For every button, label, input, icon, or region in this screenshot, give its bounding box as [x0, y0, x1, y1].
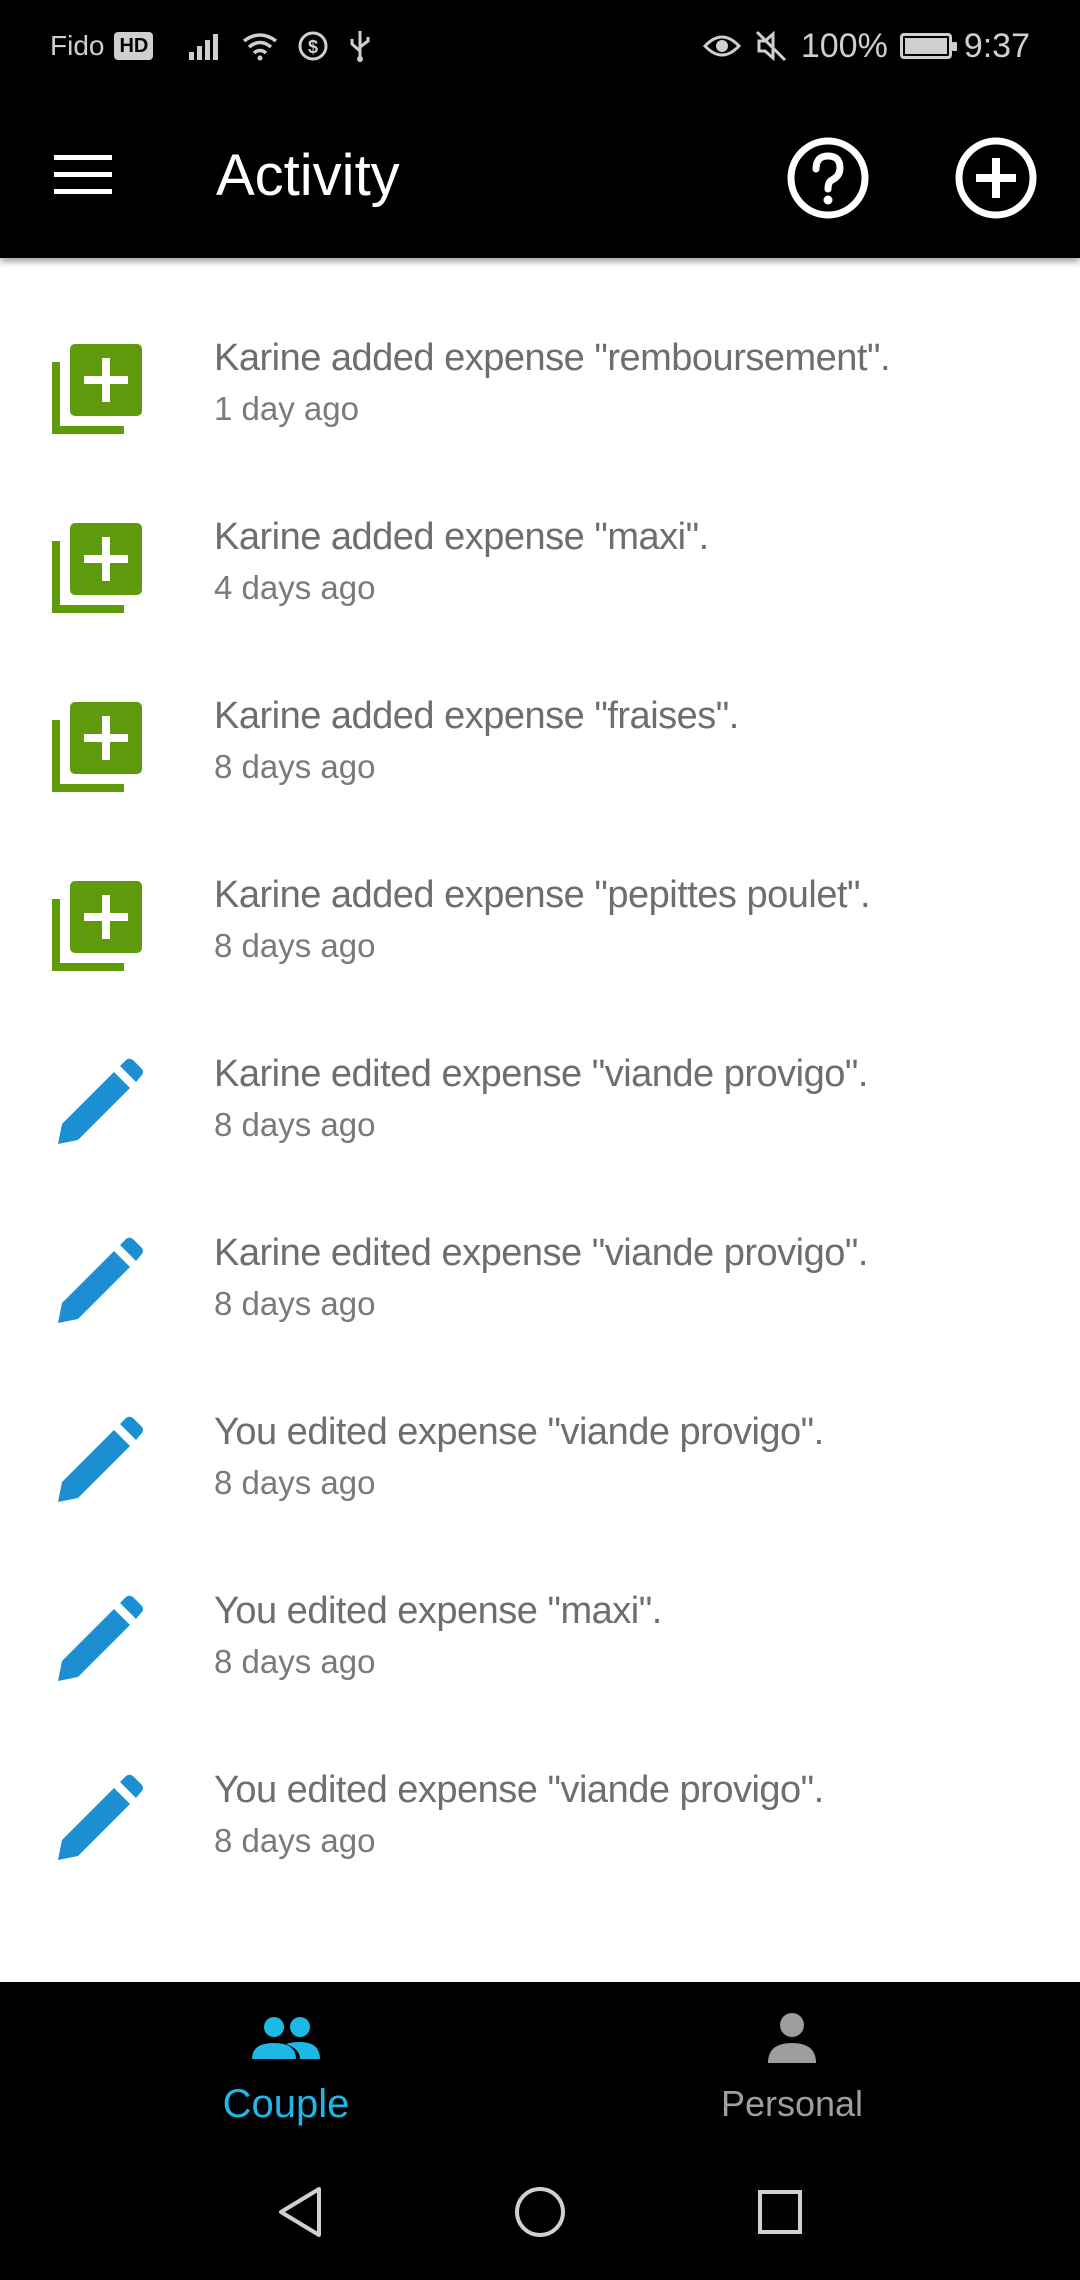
status-left: Fido HD $	[50, 26, 373, 66]
hamburger-menu-icon	[54, 155, 112, 194]
activity-description: Karine added expense "pepittes poulet".	[214, 874, 871, 916]
activity-text: You edited expense "viande provigo". 8 da…	[214, 1408, 1034, 1506]
tab-personal[interactable]: Personal	[522, 1982, 1062, 2142]
activity-text: Karine added expense "remboursement". 1 d…	[214, 334, 1034, 432]
tab-personal-label: Personal	[720, 2083, 864, 2124]
activity-description: Karine edited expense "viande provigo".	[214, 1053, 868, 1095]
activity-text: You edited expense "maxi". 8 days ago	[214, 1587, 1034, 1685]
hd-badge: HD	[114, 32, 154, 60]
activity-description: Karine edited expense "viande provigo".	[214, 1232, 868, 1274]
list-item[interactable]: You edited expense "viande provigo". 8 da…	[0, 1730, 1080, 1909]
battery-charging-icon	[899, 33, 957, 59]
activity-text: Karine added expense "maxi". 4 days ago	[214, 513, 1034, 611]
pencil-icon	[52, 1595, 144, 1687]
add-circle-icon	[955, 137, 1037, 219]
back-button[interactable]	[260, 2172, 340, 2252]
battery-percent: 100%	[800, 26, 888, 65]
pencil-icon	[52, 1237, 144, 1329]
tab-couple[interactable]: Couple	[16, 1982, 556, 2142]
activity-timestamp: 8 days ago	[214, 1464, 376, 1501]
activity-description: Karine added expense "maxi".	[214, 516, 709, 558]
status-icons: $	[187, 29, 373, 63]
status-right: 100% 9:37	[702, 24, 1030, 68]
activity-description: Karine added expense "remboursement".	[214, 337, 891, 379]
list-item[interactable]: You edited expense "maxi". 8 days ago	[0, 1551, 1080, 1730]
recents-icon	[758, 2190, 802, 2234]
activity-text: Karine edited expense "viande provigo". 8…	[214, 1050, 1034, 1148]
list-item[interactable]: You edited expense "viande provigo". 8 da…	[0, 1372, 1080, 1551]
activity-timestamp: 4 days ago	[214, 569, 376, 606]
help-circle-icon	[787, 137, 869, 219]
svg-text:$: $	[308, 37, 318, 57]
menu-button[interactable]	[40, 132, 126, 218]
clock: 9:37	[963, 26, 1030, 65]
home-button[interactable]	[500, 2172, 580, 2252]
activity-timestamp: 1 day ago	[214, 390, 359, 427]
person-icon	[522, 2008, 1062, 2068]
eye-icon	[702, 35, 741, 57]
list-item[interactable]: Karine added expense "maxi". 4 days ago	[0, 477, 1080, 656]
add-button[interactable]	[946, 132, 1046, 224]
help-button[interactable]	[778, 132, 878, 224]
activity-timestamp: 8 days ago	[214, 1285, 376, 1322]
system-nav	[0, 2142, 1080, 2280]
pencil-icon	[52, 1416, 144, 1508]
list-item[interactable]: Karine added expense "remboursement". 1 d…	[0, 298, 1080, 477]
battery-level	[904, 38, 947, 54]
activity-description: You edited expense "viande provigo".	[214, 1411, 824, 1453]
page-title: Activity	[216, 143, 400, 208]
status-bar: Fido HD $ 100% 9:37	[0, 0, 1080, 92]
list-item[interactable]: Karine edited expense "viande provigo". 8…	[0, 1193, 1080, 1372]
back-icon	[279, 2187, 321, 2237]
mute-icon	[755, 30, 786, 62]
usb-icon	[350, 31, 370, 62]
activity-description: You edited expense "maxi".	[214, 1590, 662, 1632]
screen: Fido HD $ 100% 9:37 Activity Karine adde…	[0, 0, 1080, 2280]
bottom-nav: Couple Personal	[0, 1982, 1080, 2142]
activity-timestamp: 8 days ago	[214, 1822, 376, 1859]
list-item[interactable]: Karine edited expense "viande provigo". 8…	[0, 1014, 1080, 1193]
activity-text: Karine added expense "fraises". 8 days ag…	[214, 692, 1034, 790]
pencil-icon	[52, 1058, 144, 1150]
data-saver-icon: $	[298, 31, 328, 61]
activity-timestamp: 8 days ago	[214, 927, 376, 964]
list-item[interactable]: Karine added expense "fraises". 8 days ag…	[0, 656, 1080, 835]
activity-list: Karine added expense "remboursement". 1 d…	[0, 298, 1080, 1909]
recents-button[interactable]	[740, 2172, 820, 2252]
add-box-icon	[52, 700, 144, 792]
activity-timestamp: 8 days ago	[214, 1106, 376, 1143]
activity-feed: Karine added expense "remboursement". 1 d…	[0, 258, 1080, 1982]
activity-text: You edited expense "viande provigo". 8 da…	[214, 1766, 1034, 1864]
activity-timestamp: 8 days ago	[214, 1643, 376, 1680]
add-box-icon	[52, 879, 144, 971]
activity-description: You edited expense "viande provigo".	[214, 1769, 824, 1811]
signal-icon	[189, 34, 219, 60]
carrier-name: Fido	[50, 30, 105, 61]
wifi-icon	[243, 33, 278, 61]
list-item[interactable]: Karine added expense "pepittes poulet". 8…	[0, 835, 1080, 1014]
activity-description: Karine added expense "fraises".	[214, 695, 739, 737]
add-box-icon	[52, 521, 144, 613]
tab-couple-label: Couple	[222, 2082, 350, 2126]
people-icon	[16, 2008, 556, 2068]
home-icon	[515, 2187, 565, 2237]
activity-text: Karine added expense "pepittes poulet". 8…	[214, 871, 1034, 969]
add-box-icon	[52, 342, 144, 434]
app-bar: Activity	[0, 92, 1080, 258]
activity-timestamp: 8 days ago	[214, 748, 376, 785]
activity-text: Karine edited expense "viande provigo". 8…	[214, 1229, 1034, 1327]
pencil-icon	[52, 1774, 144, 1866]
